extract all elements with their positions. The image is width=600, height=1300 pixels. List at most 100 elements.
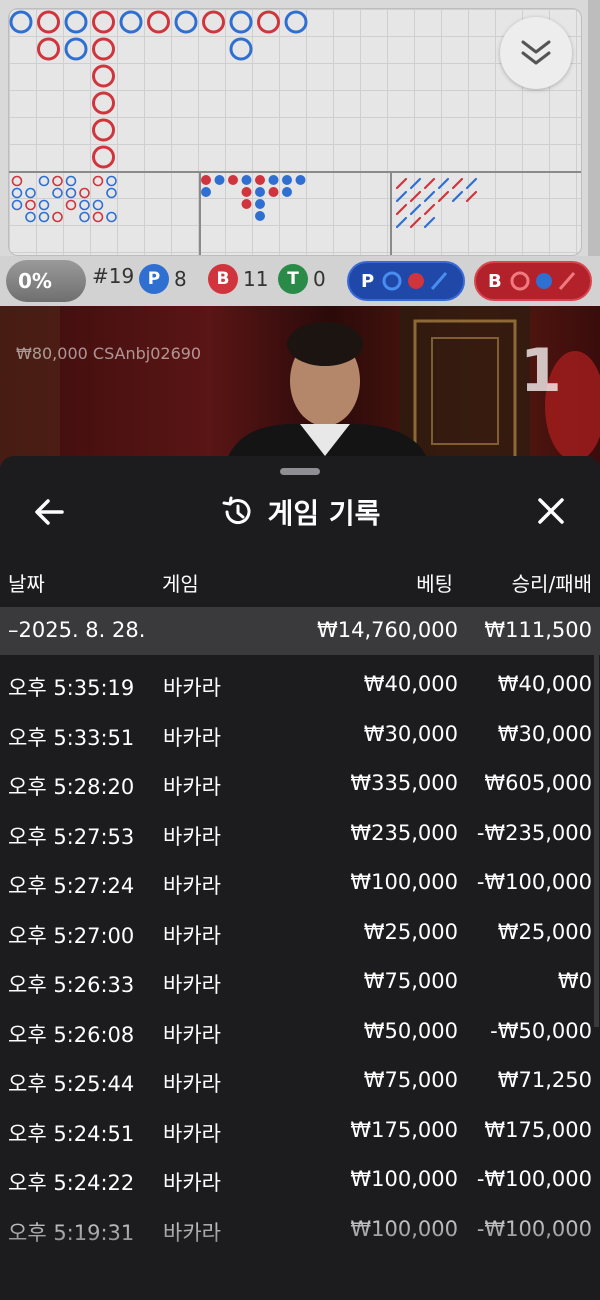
row-game: 바카라 [163, 1022, 221, 1047]
bead-mark [282, 175, 292, 185]
cockroach-road-mark [423, 216, 436, 229]
big-road-mark [92, 37, 115, 61]
back-button[interactable] [30, 494, 70, 530]
row-game: 바카라 [163, 1072, 221, 1096]
small-road-mark [106, 175, 117, 187]
cockroach-road-mark [423, 190, 436, 203]
history-row[interactable]: 오후 5:35:19 바카라 ₩40,000 ₩40,000 [0, 660, 600, 709]
row-bet: ₩40,000 [363, 672, 458, 696]
cockroach-road-mark [437, 190, 450, 203]
cockroach-road-mark [395, 177, 408, 190]
small-road-mark [79, 211, 90, 223]
row-result: ₩0 [557, 969, 592, 993]
bead-mark [255, 199, 265, 209]
history-row[interactable]: 오후 5:25:44 바카라 ₩75,000 ₩71,250 [0, 1056, 600, 1105]
round-number-overlay: 1 [520, 336, 562, 406]
small-road-mark [106, 187, 117, 199]
row-result: ₩175,000 [484, 1117, 592, 1142]
big-road-mark [174, 10, 198, 34]
small-road-mark [79, 187, 90, 199]
history-row[interactable]: 오후 5:27:00 바카라 ₩25,000 ₩25,000 [0, 908, 600, 957]
banker-predict-button[interactable]: B [474, 261, 592, 301]
row-game: 바카라 [163, 1121, 221, 1146]
date-group-row[interactable]: –2025. 8. 28. ₩14,760,000 ₩111,500 [0, 607, 600, 655]
double-chevron-down-icon [521, 40, 551, 65]
small-road-mark [25, 199, 36, 211]
row-time: 오후 5:35:19 [8, 676, 135, 700]
big-road-mark [257, 10, 280, 34]
small-road-mark [79, 199, 90, 211]
arrow-left-icon [35, 499, 64, 525]
predict-symbols-icon [382, 271, 448, 291]
cockroach-road-mark [409, 216, 422, 229]
round-counter: #19 [92, 264, 134, 288]
small-road-mark [52, 211, 63, 223]
collapse-button[interactable] [500, 17, 572, 89]
row-bet: ₩30,000 [363, 721, 458, 746]
row-time: 오후 5:27:53 [8, 824, 135, 849]
date-group-bet-total: ₩14,760,000 [316, 618, 458, 642]
close-icon [538, 498, 564, 524]
history-row[interactable]: 오후 5:26:08 바카라 ₩50,000 -₩50,000 [0, 1007, 600, 1056]
small-road-mark [11, 199, 23, 211]
small-road-mark [38, 199, 50, 211]
tie-badge: T [278, 264, 308, 294]
drag-handle[interactable] [280, 468, 320, 475]
row-game: 바카라 [163, 1171, 221, 1195]
player-predict-button[interactable]: P [347, 261, 465, 301]
cockroach-road-mark [409, 203, 422, 216]
bead-mark [282, 187, 292, 197]
small-road-mark [92, 211, 104, 223]
roadmap-grid[interactable] [8, 8, 582, 256]
date-group-date: –2025. 8. 28. [8, 618, 146, 642]
game-history-panel: 게임 기록 날짜 게임 베팅 승리/패배 –2025. 8. 28. ₩14,7… [0, 456, 600, 1300]
big-road-mark [92, 145, 115, 169]
scrollbar[interactable] [594, 607, 599, 1027]
row-time: 오후 5:27:00 [8, 923, 135, 948]
history-row[interactable]: 오후 5:33:51 바카라 ₩30,000 ₩30,000 [0, 710, 600, 759]
bead-mark [268, 175, 279, 185]
bead-mark [255, 187, 265, 197]
row-game: 바카라 [163, 973, 221, 997]
big-road-mark [202, 10, 225, 34]
row-result: ₩25,000 [497, 919, 592, 944]
row-result: -₩100,000 [476, 1167, 592, 1191]
row-bet: ₩25,000 [363, 919, 458, 944]
round-number: #19 [92, 264, 135, 288]
roadmap-stats-bar: 0% #19 P 8 B 11 T 0 P B [0, 256, 600, 306]
big-road-mark [64, 37, 88, 61]
row-result: ₩30,000 [497, 721, 592, 746]
history-row[interactable]: 오후 5:27:53 바카라 ₩235,000 -₩235,000 [0, 809, 600, 858]
row-bet: ₩235,000 [350, 820, 458, 845]
row-time: 오후 5:19:31 [8, 1220, 135, 1245]
small-road-mark [11, 187, 23, 199]
big-road-mark [147, 10, 170, 34]
big-road-mark [37, 10, 60, 34]
tie-count-value: 0 [313, 267, 326, 291]
row-bet: ₩75,000 [363, 1068, 458, 1092]
close-button[interactable] [532, 494, 570, 530]
history-row[interactable]: 오후 5:24:22 바카라 ₩100,000 -₩100,000 [0, 1155, 600, 1204]
player-count: P 8 [139, 264, 187, 294]
history-row[interactable]: 오후 5:28:20 바카라 ₩335,000 ₩605,000 [0, 759, 600, 808]
column-header-game: 게임 [162, 572, 199, 596]
live-video[interactable]: ₩80,000 CSAnbj02690 1 [0, 306, 600, 466]
percent-toggle[interactable]: 0% [6, 260, 86, 302]
small-road-mark [52, 187, 63, 199]
row-bet: ₩100,000 [350, 1216, 458, 1241]
big-road-mark [9, 10, 33, 34]
cockroach-road-mark [423, 177, 436, 190]
player-bet-label: ₩80,000 CSAnbj02690 [16, 344, 202, 363]
row-result: ₩71,250 [497, 1068, 592, 1092]
big-road-mark [119, 10, 143, 34]
history-row[interactable]: 오후 5:26:33 바카라 ₩75,000 ₩0 [0, 957, 600, 1006]
bead-mark [268, 187, 279, 197]
panel-title: 게임 기록 [267, 497, 381, 530]
history-row[interactable]: 오후 5:24:51 바카라 ₩175,000 ₩175,000 [0, 1106, 600, 1155]
dealer-image [0, 306, 600, 466]
history-row[interactable]: 오후 5:19:31 바카라 ₩100,000 -₩100,000 [0, 1205, 600, 1254]
row-bet: ₩100,000 [350, 870, 458, 894]
history-row[interactable]: 오후 5:27:24 바카라 ₩100,000 -₩100,000 [0, 858, 600, 907]
cockroach-road-mark [395, 190, 408, 203]
scoreboard: 0% #19 P 8 B 11 T 0 P B [0, 0, 600, 306]
